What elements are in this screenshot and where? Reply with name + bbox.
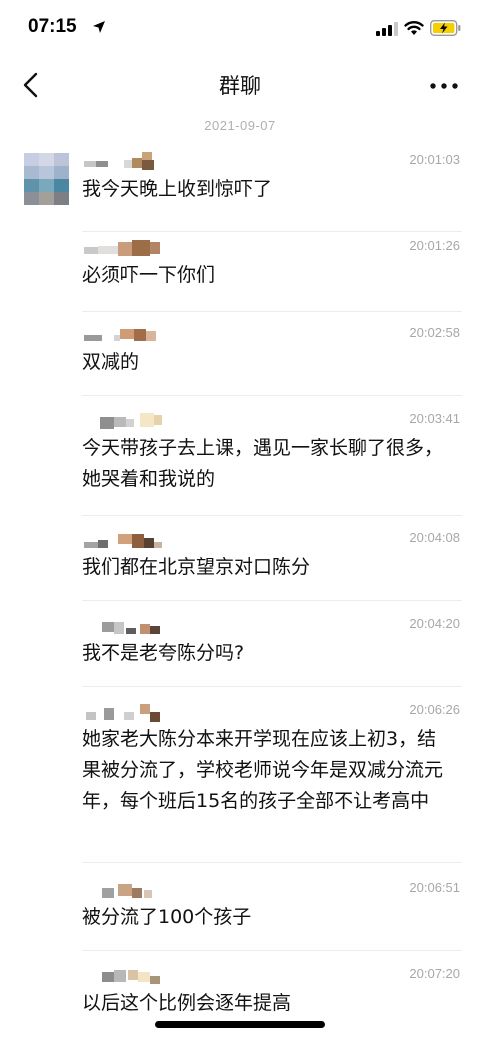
page-title: 群聊 <box>219 74 261 98</box>
message-time: 20:01:26 <box>409 238 460 253</box>
divider <box>82 231 462 232</box>
message-time: 20:03:41 <box>409 411 460 426</box>
avatar[interactable] <box>24 153 69 205</box>
wifi-icon <box>404 21 424 35</box>
divider <box>82 311 462 312</box>
message-item: 20:06:26 她家老大陈分本来开学现在应该上初3，结果被分流了，学校老师说今… <box>82 702 462 863</box>
message-time: 20:06:26 <box>409 702 460 717</box>
message-text: 今天带孩子去上课，遇见一家长聊了很多，她哭着和我说的 <box>82 437 444 490</box>
message-time: 20:06:51 <box>409 880 460 895</box>
message-item: 20:04:08 我们都在北京望京对口陈分 <box>82 530 462 601</box>
divider <box>82 686 462 687</box>
status-time: 07:15 <box>28 16 77 37</box>
sender-name-blurred <box>82 325 202 345</box>
message-item: 20:02:58 双减的 <box>82 325 462 396</box>
sender-name-blurred <box>82 152 202 172</box>
sender-name-blurred <box>82 616 202 636</box>
battery-charging-icon <box>430 20 461 36</box>
message-text: 双减的 <box>82 351 140 373</box>
location-arrow-icon <box>93 21 105 33</box>
sender-name-blurred <box>82 530 202 550</box>
message-item: 20:04:20 我不是老夸陈分吗? <box>82 616 462 687</box>
sender-name-blurred <box>82 238 202 258</box>
sender-name-blurred <box>82 702 202 722</box>
message-time: 20:07:20 <box>409 966 460 981</box>
cellular-signal-icon <box>376 22 398 36</box>
sender-name-blurred <box>82 966 202 986</box>
message-text: 我不是老夸陈分吗? <box>82 642 245 664</box>
nav-bar: 群聊 <box>0 60 480 112</box>
message-item: 20:01:03 我今天晚上收到惊吓了 <box>82 152 462 232</box>
message-text: 我今天晚上收到惊吓了 <box>82 178 273 200</box>
divider <box>82 950 462 951</box>
message-text: 被分流了100个孩子 <box>82 906 252 928</box>
message-time: 20:02:58 <box>409 325 460 340</box>
divider <box>82 515 462 516</box>
message-text: 她家老大陈分本来开学现在应该上初3，结果被分流了，学校老师说今年是双减分流元年，… <box>82 728 444 812</box>
divider <box>82 862 462 863</box>
message-time: 20:04:08 <box>409 530 460 545</box>
message-text: 必须吓一下你们 <box>82 264 216 286</box>
date-separator: 2021-09-07 <box>204 118 276 133</box>
message-text: 我们都在北京望京对口陈分 <box>82 556 311 578</box>
message-item: 20:03:41 今天带孩子去上课，遇见一家长聊了很多，她哭着和我说的 <box>82 411 462 516</box>
message-time: 20:01:03 <box>409 152 460 167</box>
message-time: 20:04:20 <box>409 616 460 631</box>
sender-name-blurred <box>82 880 202 900</box>
message-text: 以后这个比例会逐年提高 <box>82 992 292 1014</box>
message-item: 20:06:51 被分流了100个孩子 <box>82 880 462 951</box>
message-item: 20:07:20 以后这个比例会逐年提高 <box>82 966 462 1026</box>
sender-name-blurred <box>82 411 202 431</box>
more-dots-icon[interactable] <box>428 76 460 96</box>
divider <box>82 600 462 601</box>
status-bar: 07:15 <box>0 0 480 60</box>
message-item: 20:01:26 必须吓一下你们 <box>82 238 462 324</box>
divider <box>82 395 462 396</box>
home-indicator[interactable] <box>155 1021 325 1028</box>
